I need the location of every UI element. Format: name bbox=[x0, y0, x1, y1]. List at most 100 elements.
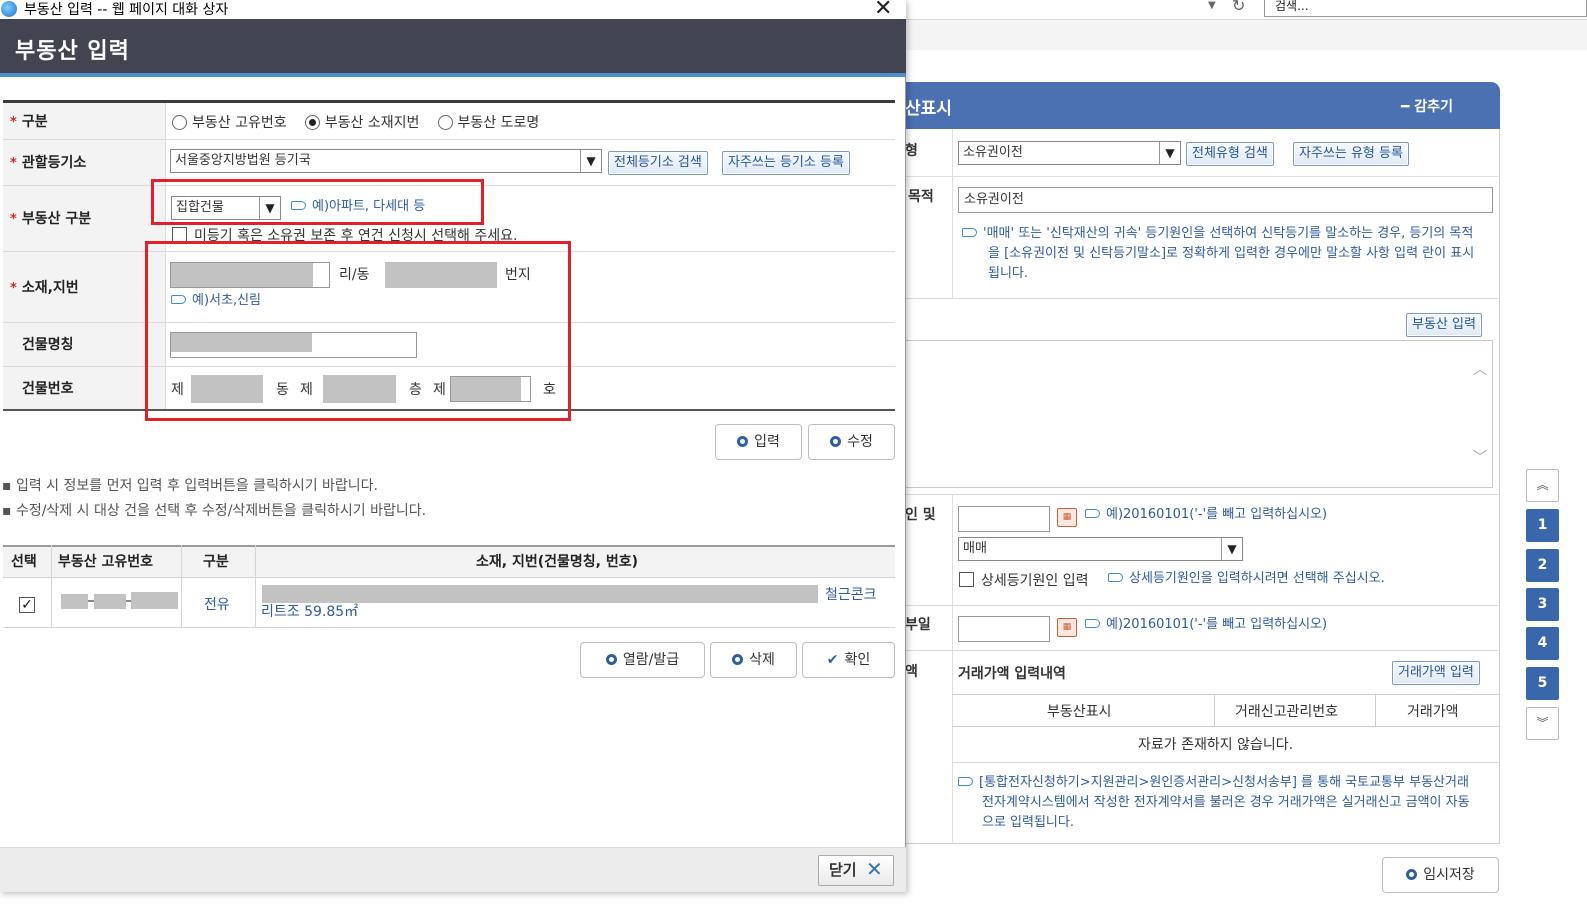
chevron-down-icon[interactable]: ▼ bbox=[1159, 142, 1180, 164]
fav-registry-register-button[interactable]: 자주쓰는 등기소 등록 bbox=[722, 151, 850, 175]
radio-label: 부동산 고유번호 bbox=[192, 115, 287, 131]
dialog-header-accent bbox=[0, 73, 906, 77]
row-divider bbox=[905, 605, 1500, 606]
check-icon: ✔ bbox=[826, 652, 839, 668]
radio-lot-address[interactable] bbox=[304, 115, 320, 130]
cause-type-select[interactable]: 매매 ▼ bbox=[958, 537, 1243, 561]
all-registry-search-button[interactable]: 전체등기소 검색 bbox=[608, 151, 708, 175]
circle-icon bbox=[737, 436, 749, 447]
info-tag-icon bbox=[1085, 509, 1100, 518]
col-header-category: 구분 bbox=[203, 554, 229, 570]
required-mark: * bbox=[10, 115, 17, 130]
radio-label: 부동산 도로명 bbox=[457, 115, 540, 131]
row-divider bbox=[905, 494, 1500, 495]
col-header-unique-number: 부동산 고유번호 bbox=[58, 554, 154, 570]
panel-title: 산표시 bbox=[905, 99, 952, 119]
radio-unique-number[interactable] bbox=[172, 115, 187, 130]
col-divider bbox=[181, 545, 182, 628]
info-tag-icon bbox=[1108, 573, 1123, 582]
hide-toggle[interactable]: ━ 감추기 bbox=[1401, 96, 1453, 116]
form-label-column bbox=[3, 103, 165, 409]
type-radio-group: 부동산 고유번호 부동산 소재지번 부동산 도로명 bbox=[172, 112, 553, 132]
circle-icon bbox=[1406, 869, 1418, 880]
date-input-1[interactable] bbox=[958, 506, 1050, 532]
calendar-icon[interactable]: ▦ bbox=[1057, 618, 1077, 637]
label-building-number: 건물번호 bbox=[22, 381, 74, 397]
browser-search-input[interactable]: 검색... bbox=[1264, 0, 1587, 17]
date-input-2[interactable] bbox=[958, 616, 1050, 642]
unregistered-checkbox[interactable] bbox=[172, 227, 187, 242]
page-button-4[interactable]: 4 bbox=[1526, 627, 1559, 660]
label-building-name: 건물명칭 bbox=[22, 337, 74, 353]
price-col-header: 부동산표시 bbox=[1047, 704, 1112, 720]
redacted-area bbox=[131, 592, 178, 609]
detail-cause-checkbox[interactable] bbox=[959, 572, 974, 587]
confirm-button[interactable]: ✔ 확인 bbox=[802, 642, 895, 678]
col-divider bbox=[51, 545, 52, 628]
price-col-header: 거래가액 bbox=[1407, 704, 1459, 720]
price-note: [통합전자신청하기>지원관리>원인증서관리>신청서송부] 를 통해 국토교통부 … bbox=[958, 773, 1478, 833]
page-button-5[interactable]: 5 bbox=[1526, 667, 1559, 700]
purpose-input[interactable]: 소유권이전 bbox=[958, 187, 1493, 213]
row-select-checkbox[interactable]: ✓ bbox=[19, 597, 35, 613]
refresh-icon[interactable]: ↻ bbox=[1232, 0, 1245, 15]
edit-button[interactable]: 수정 bbox=[808, 424, 895, 460]
cause-select[interactable]: 소유권이전 ▼ bbox=[958, 141, 1181, 165]
page-down-icon[interactable]: ︾ bbox=[1526, 707, 1559, 740]
scroll-down-icon[interactable]: ﹀ bbox=[1473, 447, 1487, 467]
circle-icon bbox=[605, 654, 617, 665]
chevron-down-icon[interactable]: ▼ bbox=[1221, 538, 1242, 560]
row-label-fragment: 형 bbox=[905, 143, 918, 159]
property-list-box[interactable]: ︿ ﹀ bbox=[905, 340, 1493, 488]
circle-icon bbox=[732, 654, 744, 665]
scroll-up-icon[interactable]: ︿ bbox=[1473, 359, 1487, 379]
row-divider bbox=[3, 139, 895, 140]
property-input-button[interactable]: 부동산 입력 bbox=[1406, 313, 1482, 337]
chevron-down-icon[interactable]: ▼ bbox=[580, 150, 601, 172]
info-tag-icon bbox=[962, 228, 977, 237]
required-mark: * bbox=[10, 156, 17, 171]
required-mark: * bbox=[10, 281, 17, 296]
delete-button[interactable]: 삭제 bbox=[710, 642, 797, 678]
view-issue-button[interactable]: 열람/발급 bbox=[580, 642, 705, 678]
cause-select-value: 소유권이전 bbox=[963, 145, 1023, 160]
browser-icon bbox=[1, 1, 17, 17]
close-button[interactable]: 닫기 ✕ bbox=[818, 855, 894, 886]
cause-type-value: 매매 bbox=[963, 541, 987, 556]
close-icon[interactable]: ✕ bbox=[874, 0, 892, 21]
calendar-icon[interactable]: ▦ bbox=[1057, 508, 1077, 527]
page-button-2[interactable]: 2 bbox=[1526, 549, 1559, 582]
info-tag-icon bbox=[1085, 619, 1100, 628]
page-button-1[interactable]: 1 bbox=[1526, 509, 1559, 542]
address-dropdown-icon[interactable]: ▼ bbox=[1208, 0, 1216, 11]
page-button-3[interactable]: 3 bbox=[1526, 588, 1559, 621]
col-divider bbox=[255, 545, 256, 628]
row-divider bbox=[905, 650, 1500, 651]
date-hint-2: 예)20160101('-'를 빼고 입력하십시오) bbox=[1085, 615, 1327, 635]
radio-road-address[interactable] bbox=[437, 115, 453, 130]
col-divider bbox=[1214, 695, 1215, 726]
form-top-border bbox=[3, 100, 895, 103]
label-type: * 구분 bbox=[10, 114, 48, 130]
row-label-fragment: 부일 bbox=[905, 617, 931, 633]
fav-type-register-button[interactable]: 자주쓰는 유형 등록 bbox=[1293, 142, 1409, 166]
temp-save-button[interactable]: 임시저장 bbox=[1382, 857, 1499, 893]
circle-icon bbox=[830, 436, 842, 447]
dialog-footer bbox=[0, 847, 906, 892]
price-col-header: 거래신고관리번호 bbox=[1235, 704, 1339, 720]
row-divider bbox=[952, 762, 1499, 763]
redacted-area bbox=[94, 594, 126, 609]
row-structure-1: 철근콘크 bbox=[825, 587, 877, 603]
info-tag-icon bbox=[958, 777, 973, 786]
input-button[interactable]: 입력 bbox=[715, 424, 802, 460]
col-header-select: 선택 bbox=[11, 554, 37, 570]
no-data-message: 자료가 존재하지 않습니다. bbox=[1138, 737, 1294, 753]
registry-select[interactable]: 서울중앙지방법원 등기국 ▼ bbox=[170, 149, 602, 173]
radio-label: 부동산 소재지번 bbox=[324, 115, 420, 131]
dialog-header bbox=[0, 19, 906, 73]
price-input-button[interactable]: 거래가액 입력 bbox=[1392, 661, 1480, 685]
col-divider bbox=[1375, 695, 1376, 726]
page-up-icon[interactable]: ︽ bbox=[1526, 469, 1559, 502]
registry-select-value: 서울중앙지방법원 등기국 bbox=[175, 153, 311, 168]
all-type-search-button[interactable]: 전체유형 검색 bbox=[1186, 142, 1274, 166]
